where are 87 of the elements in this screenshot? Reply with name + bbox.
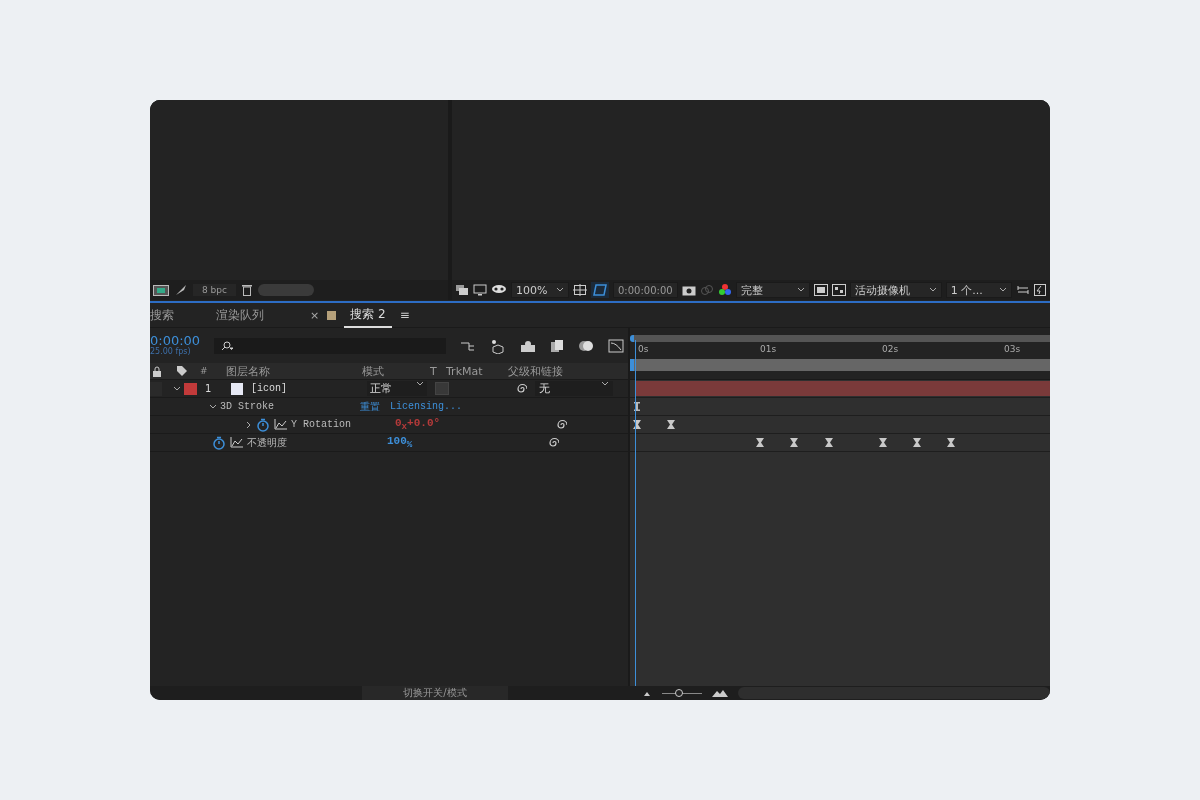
stopwatch-icon[interactable] [212, 435, 226, 450]
scrollbar-thumb[interactable] [257, 284, 314, 296]
frame-blend-icon[interactable] [550, 338, 564, 353]
chevron-icon[interactable] [245, 420, 253, 429]
pick-whip-icon[interactable] [515, 382, 527, 395]
keyframe-icon[interactable] [913, 438, 921, 447]
resolution-dropdown[interactable]: 完整 [735, 282, 810, 298]
keyframe-icon[interactable] [667, 420, 675, 429]
column-header[interactable]: 父级和链接 [508, 363, 563, 379]
column-header[interactable]: TrkMat [446, 364, 508, 378]
timecode-field[interactable]: 0:00:00:00 [613, 282, 678, 298]
keyframe-icon[interactable] [947, 438, 955, 447]
zoom-dropdown[interactable]: 100% [511, 282, 569, 298]
trash-icon[interactable] [241, 284, 252, 296]
ruler-label: 02s [882, 344, 899, 354]
camera-dropdown[interactable]: 活动摄像机 [849, 282, 942, 298]
property-value[interactable]: 100$_{%}$ [387, 434, 413, 447]
caret-icon [796, 287, 805, 293]
shy-icon[interactable] [520, 338, 536, 353]
close-tab-button[interactable]: × [310, 308, 320, 322]
column-header[interactable]: # [200, 366, 226, 376]
fast-preview-icon[interactable] [1033, 284, 1046, 296]
graph-icon[interactable] [274, 419, 287, 430]
in-point-icon[interactable] [633, 402, 641, 411]
property-name[interactable]: 3D Stroke [220, 401, 360, 412]
caret-icon [928, 287, 937, 293]
pick-whip-icon[interactable] [547, 436, 559, 449]
checkerboard-icon[interactable] [831, 284, 846, 296]
property-name[interactable]: 不透明度 [247, 435, 387, 450]
search-field[interactable] [214, 337, 446, 354]
solid-icon [231, 382, 243, 395]
search-icon [220, 340, 234, 351]
zoom-in-icon[interactable] [712, 689, 728, 697]
property-name[interactable]: Y Rotation [291, 419, 395, 430]
column-header[interactable]: 图层名称 [226, 363, 362, 379]
motion-blur-icon[interactable] [578, 338, 594, 353]
zoom-out-icon[interactable] [642, 690, 652, 696]
keyframe-icon[interactable] [879, 438, 887, 447]
tag-icon[interactable] [176, 365, 188, 377]
column-header[interactable]: 模式 [362, 363, 430, 379]
flowchart-icon[interactable] [460, 339, 476, 352]
caret-icon [601, 381, 609, 387]
bit-depth-button[interactable]: 8 bpc [193, 284, 236, 296]
keyframe-icon[interactable] [790, 438, 798, 447]
arrows-icon[interactable] [1015, 284, 1030, 296]
horizontal-scrollbar[interactable] [738, 687, 1050, 699]
camera-icon[interactable] [681, 284, 696, 296]
toggle-modes-button[interactable]: 切换开关/模式 [362, 686, 508, 700]
parent-dropdown[interactable]: 无 [535, 381, 613, 396]
ruler-label: 01s [760, 344, 777, 354]
chevron-icon[interactable] [209, 402, 217, 411]
pick-whip-icon[interactable] [555, 418, 567, 431]
color-channels-icon[interactable] [717, 283, 732, 297]
caret-icon [556, 287, 564, 293]
ruler-label: 03s [1004, 344, 1021, 354]
reset-link[interactable]: 重置 [360, 399, 380, 414]
lock-icon[interactable] [152, 365, 162, 377]
mode-dropdown[interactable]: 正常 [367, 381, 427, 396]
graph-editor-icon[interactable] [608, 338, 624, 353]
chevron-icon[interactable] [173, 384, 181, 393]
mask-icon[interactable] [491, 284, 507, 296]
zoom-slider-thumb[interactable] [674, 688, 683, 697]
label-color[interactable] [184, 382, 197, 395]
caret-icon [416, 381, 424, 387]
views-dropdown[interactable]: 1 个... [945, 282, 1012, 298]
keyframe-icon[interactable] [825, 438, 833, 447]
monitors-icon[interactable] [455, 284, 469, 296]
display-icon[interactable] [473, 284, 487, 296]
draft-3d-icon[interactable] [490, 337, 506, 354]
panel-tab[interactable]: 渲染队列 [210, 303, 270, 327]
time-ruler[interactable]: 0s 01s 02s 03s [630, 342, 1050, 358]
layer-name[interactable]: [icon] [251, 383, 367, 394]
graph-icon[interactable] [230, 437, 243, 448]
film-icon[interactable] [153, 284, 169, 296]
column-header[interactable]: T [430, 364, 446, 378]
panel-menu-button[interactable]: ≡ [399, 308, 410, 322]
region-icon[interactable] [813, 284, 828, 296]
frame-rate: 25.00 fps) [150, 348, 192, 358]
mask-path-icon[interactable] [591, 282, 609, 298]
layer-number: 1 [205, 383, 213, 394]
ruler-label: 0s [638, 344, 649, 354]
grid-icon[interactable] [573, 283, 587, 297]
licensing-link[interactable]: Licensing... [390, 401, 462, 412]
keyframe-icon[interactable] [756, 438, 764, 447]
panel-tab[interactable]: 搜索 [150, 303, 180, 327]
caret-icon [998, 287, 1007, 293]
stopwatch-icon[interactable] [256, 417, 270, 432]
